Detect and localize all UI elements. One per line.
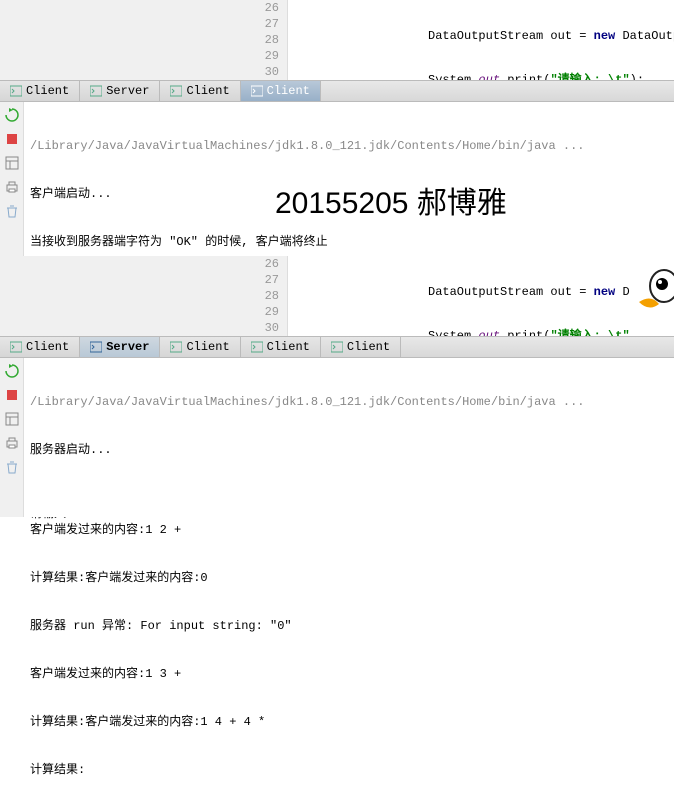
tab-server[interactable]: Server <box>80 81 160 101</box>
java-path: /Library/Java/JavaVirtualMachines/jdk1.8… <box>30 138 668 154</box>
tab-label: Server <box>106 340 149 354</box>
print-icon[interactable] <box>5 436 19 450</box>
tab-client[interactable]: Client <box>160 337 240 357</box>
output-line: 计算结果: <box>30 762 668 778</box>
tab-client[interactable]: Client <box>0 81 80 101</box>
trash-icon[interactable] <box>5 460 19 474</box>
output-line: 当接收到服务器端字符为 "OK" 的时候, 客户端将终止 <box>30 234 668 250</box>
terminal-icon <box>251 341 263 353</box>
output-line: 客户端发过来的内容:1 3 + <box>30 666 668 682</box>
stop-icon[interactable] <box>5 132 19 146</box>
terminal-icon <box>170 85 182 97</box>
run-tabbar-bottom: Client Server Client Client Client <box>0 336 674 358</box>
tab-client[interactable]: Client <box>160 81 240 101</box>
java-path: /Library/Java/JavaVirtualMachines/jdk1.8… <box>30 394 668 410</box>
tab-label: Client <box>186 340 229 354</box>
tab-label: Client <box>267 84 310 98</box>
output-line: 客户端启动... <box>30 186 668 202</box>
tab-label: Client <box>26 340 69 354</box>
layout-icon[interactable] <box>5 156 19 170</box>
output-line: 计算结果:客户端发过来的内容:1 4 + 4 * <box>30 714 668 730</box>
terminal-icon <box>170 341 182 353</box>
output-line: 服务器启动... <box>30 442 668 458</box>
terminal-icon <box>331 341 343 353</box>
tab-label: Client <box>186 84 229 98</box>
console-panel-bottom: /Library/Java/JavaVirtualMachines/jdk1.8… <box>0 358 674 517</box>
tab-label: Client <box>26 84 69 98</box>
output-line: 客户端发过来的内容:1 2 + <box>30 522 668 538</box>
terminal-icon <box>90 85 102 97</box>
console-toolbar <box>0 102 24 256</box>
print-icon[interactable] <box>5 180 19 194</box>
tab-label: Server <box>106 84 149 98</box>
run-tabbar-top: Client Server Client Client <box>0 80 674 102</box>
tab-server-active[interactable]: Server <box>80 337 160 357</box>
console-output[interactable]: /Library/Java/JavaVirtualMachines/jdk1.8… <box>24 358 674 517</box>
tab-client[interactable]: Client <box>0 337 80 357</box>
terminal-icon <box>90 341 102 353</box>
terminal-icon <box>10 85 22 97</box>
terminal-icon <box>10 341 22 353</box>
output-line: 服务器 run 异常: For input string: "0" <box>30 618 668 634</box>
tab-client[interactable]: Client <box>241 337 321 357</box>
console-output[interactable]: /Library/Java/JavaVirtualMachines/jdk1.8… <box>24 102 674 256</box>
tab-label: Client <box>347 340 390 354</box>
rerun-icon[interactable] <box>5 364 19 378</box>
trash-icon[interactable] <box>5 204 19 218</box>
output-line: 计算结果:客户端发过来的内容:0 <box>30 570 668 586</box>
tab-client[interactable]: Client <box>321 337 401 357</box>
rerun-icon[interactable] <box>5 108 19 122</box>
desktop-background-fragment <box>629 256 674 336</box>
tab-label: Client <box>267 340 310 354</box>
layout-icon[interactable] <box>5 412 19 426</box>
code-line: DataOutputStream out = new DataOutp <box>428 28 674 44</box>
tab-client-active[interactable]: Client <box>241 81 321 101</box>
stop-icon[interactable] <box>5 388 19 402</box>
console-toolbar <box>0 358 24 517</box>
console-panel-top: /Library/Java/JavaVirtualMachines/jdk1.8… <box>0 102 674 256</box>
terminal-icon <box>251 85 263 97</box>
